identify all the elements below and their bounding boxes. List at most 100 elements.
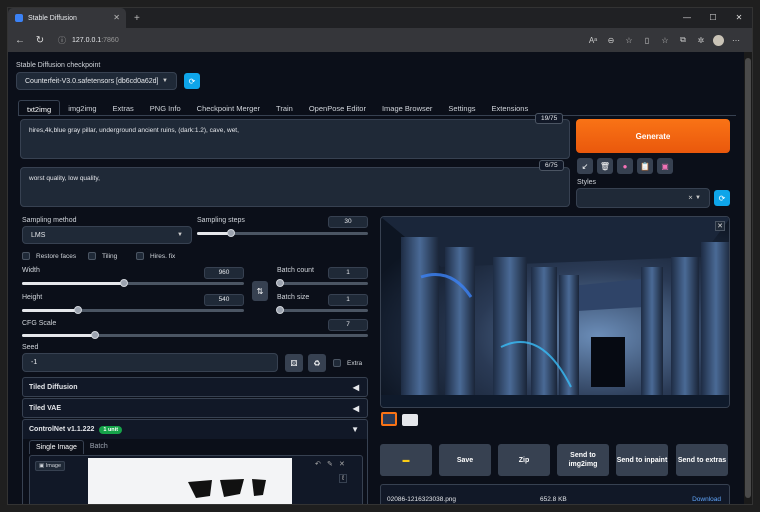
tab-png-info[interactable]: PNG Info xyxy=(142,100,189,116)
close-gallery-icon[interactable]: ✕ xyxy=(715,221,725,231)
reload-icon[interactable]: ↻ xyxy=(32,35,48,46)
height-input[interactable]: 540 xyxy=(204,294,244,306)
gallery-thumbnail-2[interactable] xyxy=(402,414,418,426)
close-window-icon[interactable]: ✕ xyxy=(726,8,752,28)
negative-prompt-input[interactable]: worst quality, low quality, xyxy=(20,167,570,207)
refresh-styles-button[interactable]: ⟳ xyxy=(714,190,730,206)
favorite-star-icon[interactable]: ☆ xyxy=(623,36,635,45)
url-host: 127.0.0.1 xyxy=(72,36,102,44)
random-seed-button[interactable]: ⚄ xyxy=(285,354,303,372)
url-field[interactable]: ⓘ 127.0.0.1:7860 xyxy=(58,35,119,46)
new-tab-icon[interactable]: + xyxy=(134,13,140,24)
controlnet-accordion[interactable]: ControlNet v1.1.222 1 unit ▼ xyxy=(22,419,368,439)
back-icon[interactable]: ← xyxy=(12,35,28,46)
arrow-diagonal-icon: ↙ xyxy=(581,161,589,171)
refresh-checkpoint-button[interactable]: ⟳ xyxy=(184,73,200,89)
read-params-button[interactable]: ↙ xyxy=(577,158,593,174)
controlnet-image-area[interactable]: ▣ Image ↶ ✎ ✕ ℓ xyxy=(29,455,363,504)
clear-image-icon[interactable]: ✕ xyxy=(339,460,345,468)
checkpoint-dropdown[interactable]: Counterfeit-V3.0.safetensors [db6cd0a62d… xyxy=(16,72,177,90)
scrollbar-thumb[interactable] xyxy=(745,58,751,498)
swap-dimensions-button[interactable]: ⇅ xyxy=(252,281,268,301)
save-style-button[interactable]: ▣ xyxy=(657,158,673,174)
extensions-icon[interactable]: ✲ xyxy=(695,36,707,45)
batch-count-slider[interactable] xyxy=(276,279,368,287)
tiling-checkbox[interactable]: Tiling xyxy=(88,252,117,260)
more-icon[interactable]: ⋯ xyxy=(730,36,742,45)
batch-count-input[interactable]: 1 xyxy=(328,267,368,279)
info-icon[interactable]: ⓘ xyxy=(58,35,66,46)
width-knob[interactable] xyxy=(120,279,129,287)
sampling-steps-knob[interactable] xyxy=(227,229,236,237)
tab-batch[interactable]: Batch xyxy=(84,440,114,454)
tab-image-browser[interactable]: Image Browser xyxy=(374,100,440,116)
sampling-method-label: Sampling method xyxy=(22,217,77,224)
height-slider[interactable] xyxy=(22,306,244,314)
image-label: ▣ Image xyxy=(35,461,66,471)
tab-train[interactable]: Train xyxy=(268,100,301,116)
cfg-scale-input[interactable]: 7 xyxy=(328,319,368,331)
tab-txt2img[interactable]: txt2img xyxy=(18,100,61,116)
tab-settings[interactable]: Settings xyxy=(440,100,483,116)
width-fill xyxy=(22,282,125,285)
favicon-icon xyxy=(15,14,23,22)
checkbox-box xyxy=(22,252,30,260)
seed-input[interactable]: -1 xyxy=(22,353,278,372)
reuse-seed-button[interactable]: ♻ xyxy=(308,354,326,372)
batch-size-knob[interactable] xyxy=(276,306,284,314)
send-to-img2img-button[interactable]: Send to img2img xyxy=(557,444,609,476)
height-knob[interactable] xyxy=(73,306,82,314)
tab-extensions[interactable]: Extensions xyxy=(484,100,537,116)
collections-icon[interactable]: ⧉ xyxy=(677,35,689,45)
hires-fix-checkbox[interactable]: Hires. fix xyxy=(136,252,175,260)
send-to-extras-button[interactable]: Send to extras xyxy=(676,444,728,476)
sampling-steps-input[interactable]: 30 xyxy=(328,216,368,228)
tab-extras[interactable]: Extras xyxy=(105,100,142,116)
send-to-inpaint-button[interactable]: Send to inpaint xyxy=(616,444,668,476)
undo-icon[interactable]: ↶ xyxy=(315,460,321,468)
read-aloud-icon[interactable]: Aᵃ xyxy=(587,36,599,45)
restore-faces-checkbox[interactable]: Restore faces xyxy=(22,252,76,260)
extra-seed-checkbox[interactable]: Extra xyxy=(333,359,362,367)
favorites-icon[interactable]: ☆ xyxy=(659,36,671,45)
brush-icon[interactable]: ✎ xyxy=(327,460,333,468)
minimize-icon[interactable]: — xyxy=(674,8,700,28)
tiled-diffusion-accordion[interactable]: Tiled Diffusion ◀ xyxy=(22,377,368,397)
cfg-scale-slider[interactable] xyxy=(22,331,368,339)
gallery-thumbnail-1[interactable] xyxy=(381,412,397,426)
tab-img2img[interactable]: img2img xyxy=(60,100,104,116)
extra-networks-button[interactable]: ● xyxy=(617,158,633,174)
download-link[interactable]: Download xyxy=(692,496,721,503)
styles-dropdown[interactable]: ✕ ▼ xyxy=(576,188,710,208)
generate-button[interactable]: Generate xyxy=(576,119,730,153)
zoom-icon[interactable]: ⊖ xyxy=(605,36,617,45)
positive-prompt-input[interactable]: hires,4k,blue gray pillar, underground a… xyxy=(20,119,570,159)
tiled-vae-accordion[interactable]: Tiled VAE ◀ xyxy=(22,398,368,418)
maximize-icon[interactable]: ☐ xyxy=(700,8,726,28)
sampling-steps-slider[interactable] xyxy=(197,229,368,237)
apply-style-button[interactable]: 📋 xyxy=(637,158,653,174)
clear-prompt-button[interactable]: 🗑 xyxy=(597,158,613,174)
refresh-icon: ⟳ xyxy=(718,193,726,203)
save-button[interactable]: Save xyxy=(439,444,491,476)
cfg-scale-knob[interactable] xyxy=(90,331,99,339)
height-label: Height xyxy=(22,294,43,301)
tab-checkpoint-merger[interactable]: Checkpoint Merger xyxy=(189,100,268,116)
tab-openpose-editor[interactable]: OpenPose Editor xyxy=(301,100,374,116)
browser-tab[interactable]: Stable Diffusion ✕ xyxy=(8,8,126,28)
sampling-method-dropdown[interactable]: LMS ▼ xyxy=(22,226,192,244)
close-tab-icon[interactable]: ✕ xyxy=(113,13,120,22)
zip-button[interactable]: Zip xyxy=(498,444,550,476)
edit-image-icon[interactable]: ℓ xyxy=(339,474,348,483)
batch-count-knob[interactable] xyxy=(276,279,284,287)
open-folder-button[interactable]: ▬ xyxy=(380,444,432,476)
checkbox-box xyxy=(88,252,96,260)
batch-size-input[interactable]: 1 xyxy=(328,294,368,306)
width-slider[interactable] xyxy=(22,279,244,287)
profile-avatar[interactable] xyxy=(713,34,724,46)
tab-single-image[interactable]: Single Image xyxy=(29,440,84,454)
batch-size-slider[interactable] xyxy=(276,306,368,314)
clear-styles-icon[interactable]: ✕ xyxy=(688,195,693,202)
split-screen-icon[interactable]: ▯ xyxy=(641,36,653,45)
width-input[interactable]: 960 xyxy=(204,267,244,279)
